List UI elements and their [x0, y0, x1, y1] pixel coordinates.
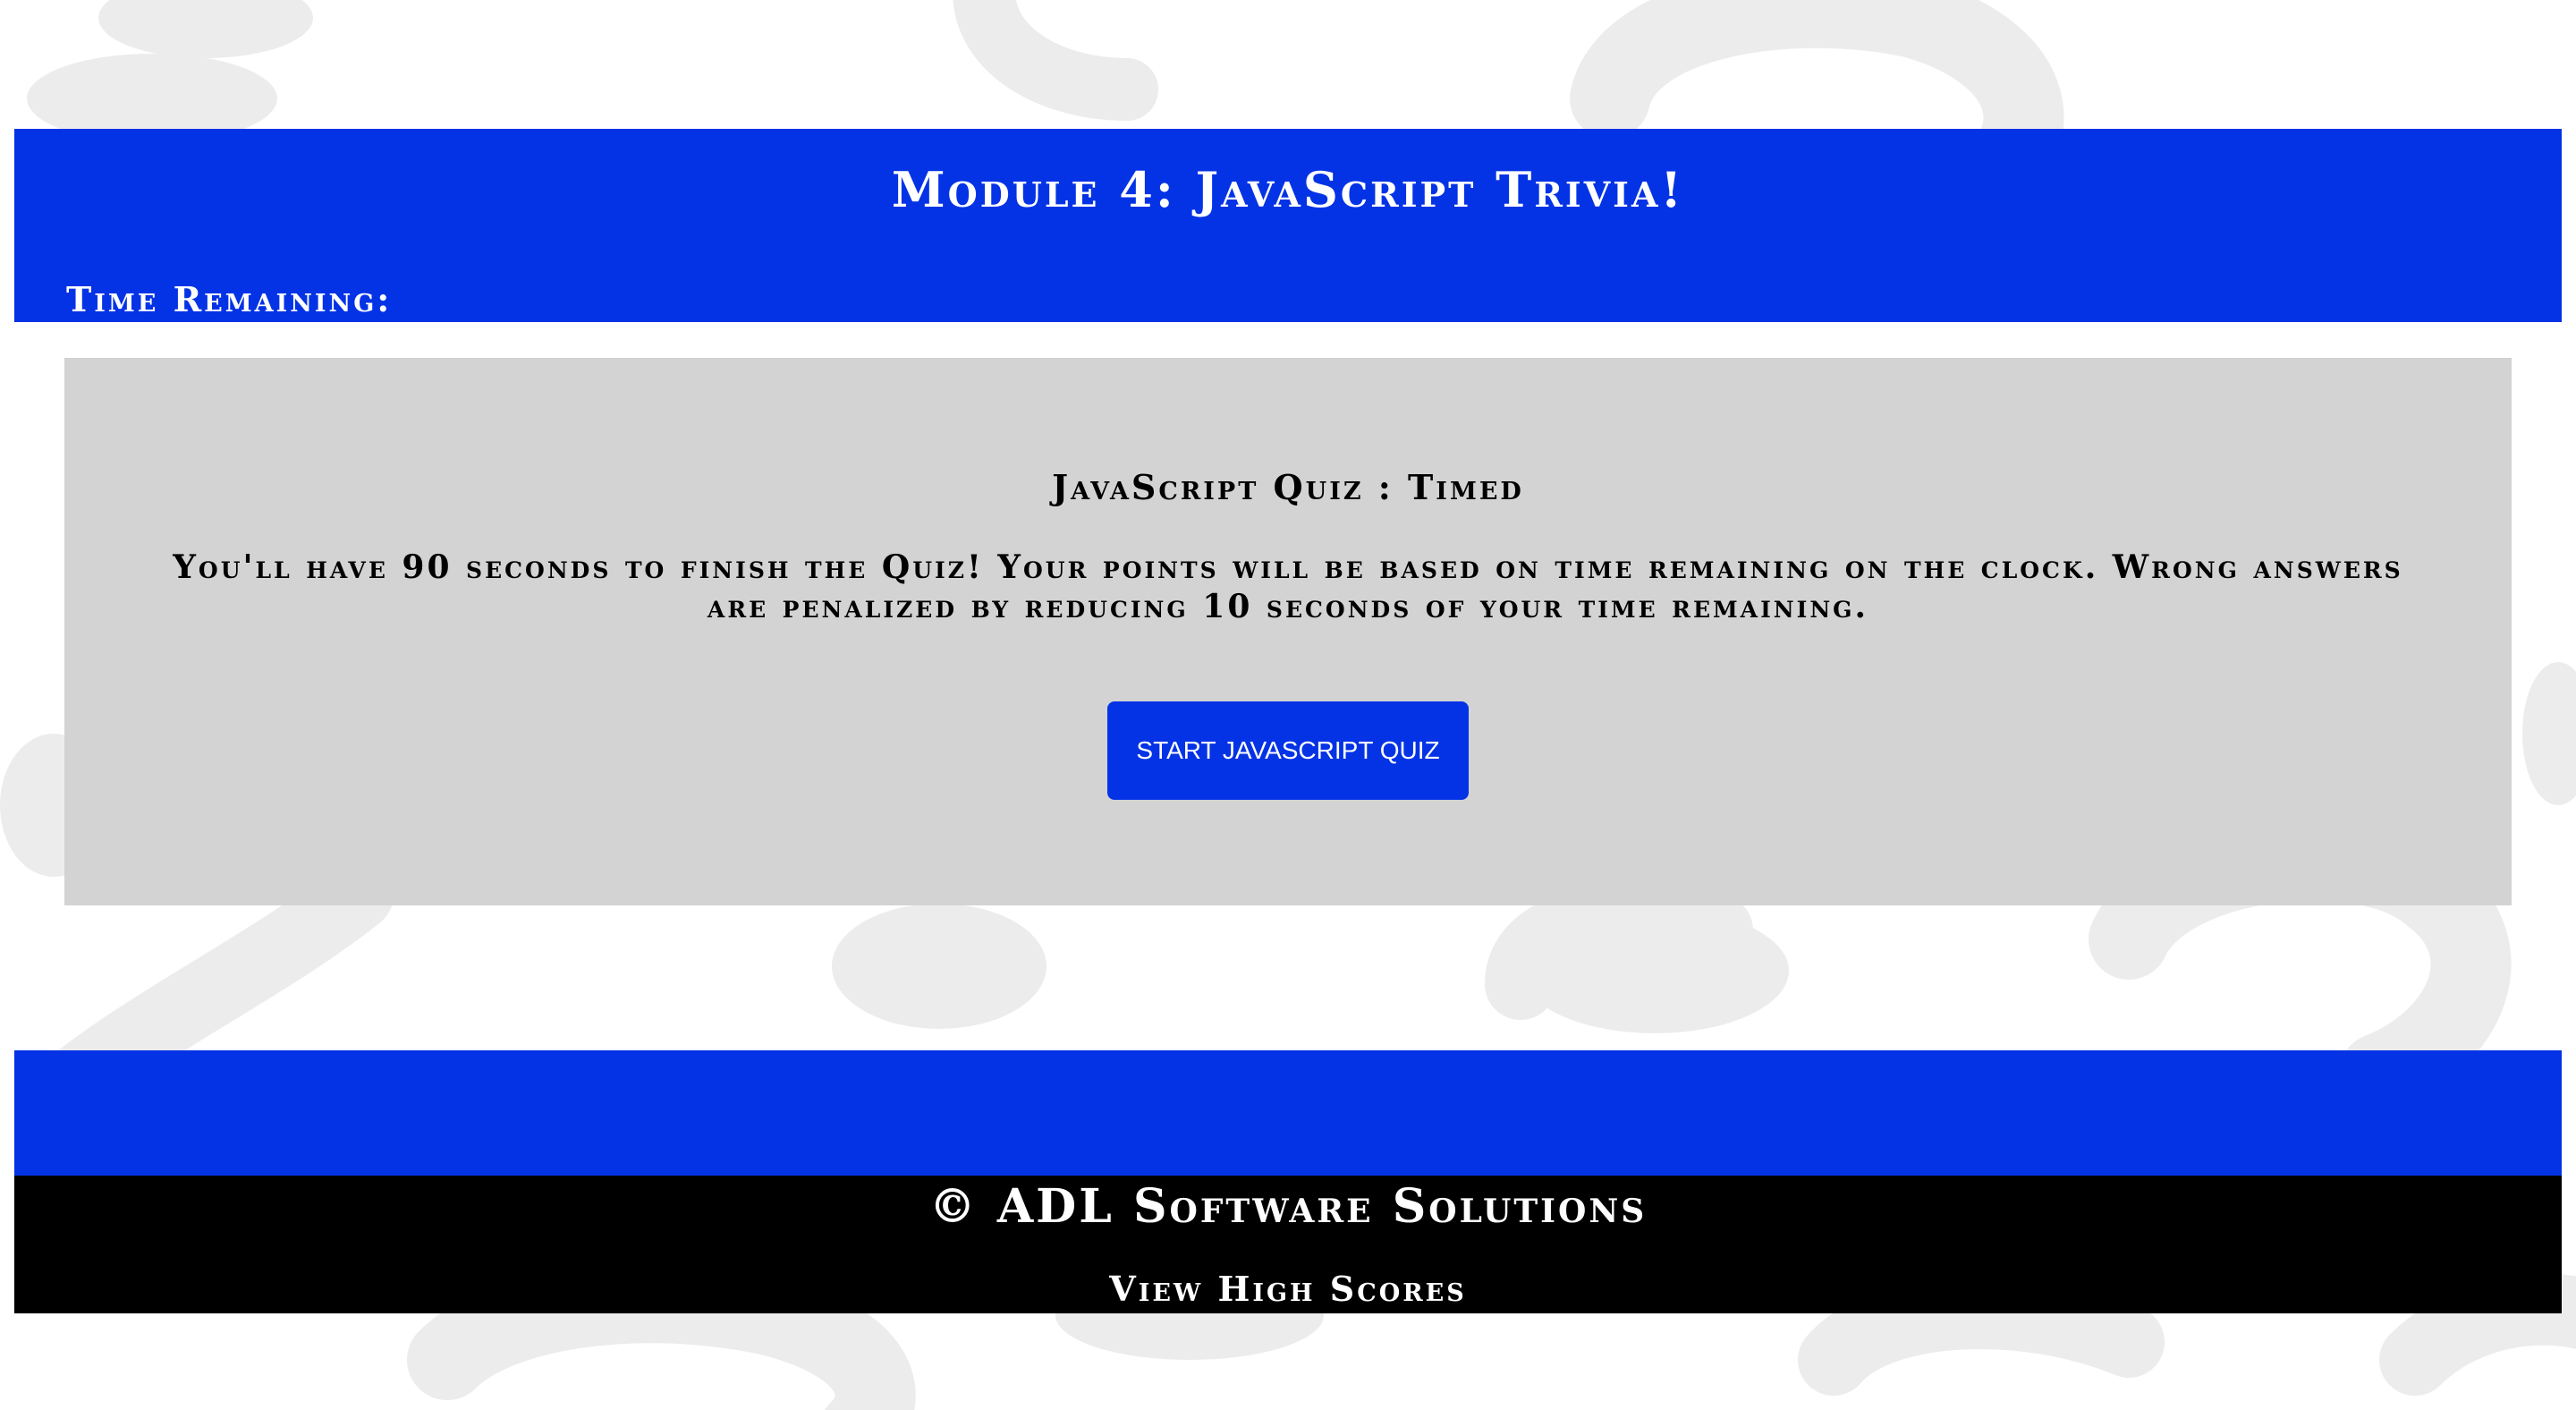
view-high-scores-link[interactable]: View High Scores — [14, 1269, 2562, 1309]
page-header: Module 4: JavaScript Trivia! Time Remain… — [14, 129, 2562, 322]
quiz-heading: JavaScript Quiz : Timed — [1052, 467, 1524, 507]
timer: Time Remaining: — [66, 279, 404, 319]
copyright-text: © ADL Software Solutions — [928, 1179, 1648, 1234]
quiz-page: Module 4: JavaScript Trivia! Time Remain… — [0, 0, 2576, 1410]
quiz-intro-card: JavaScript Quiz : Timed You'll have 90 s… — [64, 358, 2512, 905]
start-quiz-button[interactable]: START JAVASCRIPT QUIZ — [1107, 701, 1469, 800]
timer-label: Time Remaining: — [66, 279, 393, 319]
page-footer: © ADL Software Solutions View High Score… — [14, 1176, 2562, 1313]
quiz-description: You'll have 90 seconds to finish the Qui… — [173, 548, 2403, 625]
footer-band — [14, 1050, 2562, 1176]
page-title: Module 4: JavaScript Trivia! — [891, 161, 1685, 218]
